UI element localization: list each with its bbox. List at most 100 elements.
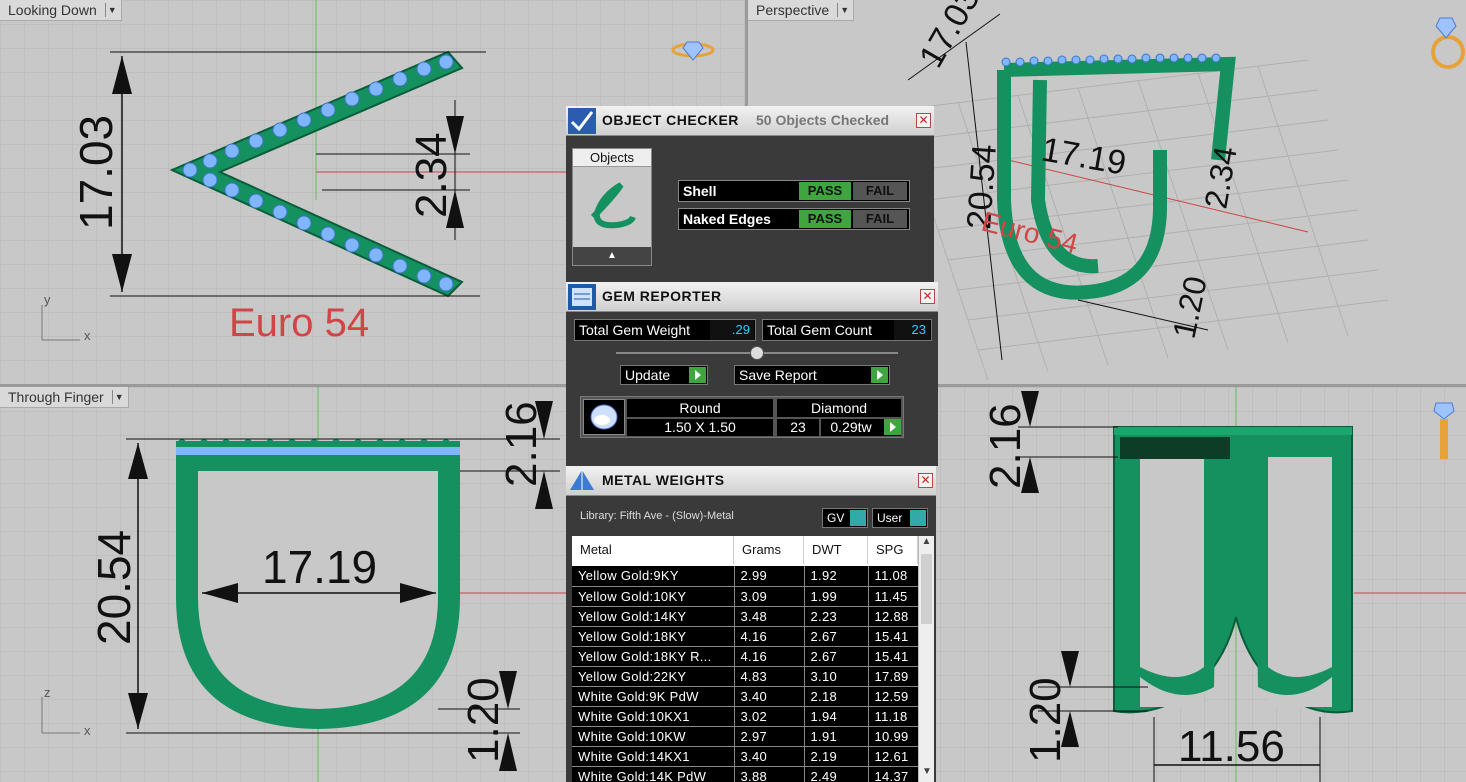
table-row[interactable]: White Gold:10KX1 3.02 1.94 11.18 bbox=[572, 706, 918, 727]
gem-count: 23 bbox=[777, 419, 819, 436]
spg-cell: 12.88 bbox=[868, 606, 918, 627]
chevron-down-icon[interactable]: ▼ bbox=[111, 390, 126, 404]
close-icon[interactable]: ✕ bbox=[918, 473, 933, 488]
grams-cell: 4.16 bbox=[734, 646, 805, 667]
user-toggle[interactable]: User bbox=[872, 508, 928, 528]
scroll-thumb[interactable] bbox=[921, 554, 932, 624]
table-row[interactable]: Yellow Gold:22KY 4.83 3.10 17.89 bbox=[572, 666, 918, 687]
save-report-label: Save Report bbox=[739, 367, 817, 383]
grams-cell: 3.40 bbox=[734, 686, 805, 707]
objects-label: Objects bbox=[573, 149, 651, 167]
dwt-cell: 2.49 bbox=[804, 766, 869, 782]
slider-handle[interactable] bbox=[750, 346, 764, 360]
panel-title: GEM REPORTER bbox=[602, 288, 722, 304]
object-checker-header[interactable]: OBJECT CHECKER 50 Objects Checked ✕ bbox=[566, 106, 934, 136]
panel-title: METAL WEIGHTS bbox=[602, 472, 725, 488]
dim-2-16-text: 2.16 bbox=[981, 403, 1030, 489]
chevron-down-icon[interactable]: ▼ bbox=[837, 3, 851, 17]
spg-cell: 10.99 bbox=[868, 726, 918, 747]
dim-2-16-text: 2.16 bbox=[497, 401, 546, 487]
table-row[interactable]: Yellow Gold:9KY 2.99 1.92 11.08 bbox=[572, 566, 918, 587]
spg-cell: 15.41 bbox=[868, 646, 918, 667]
gem-row[interactable]: Round Diamond 1.50 X 1.50 23 0.29tw bbox=[580, 396, 904, 438]
grams-cell: 3.02 bbox=[734, 706, 805, 727]
grams-cell: 4.83 bbox=[734, 666, 805, 687]
objects-checked-count: 50 Objects Checked bbox=[756, 112, 890, 128]
gem-go-button[interactable] bbox=[881, 419, 901, 436]
gem-reporter-header[interactable]: GEM REPORTER ✕ bbox=[566, 282, 938, 312]
total-gem-weight-label: Total Gem Weight bbox=[579, 322, 691, 338]
col-grams[interactable]: Grams bbox=[734, 536, 804, 564]
table-row[interactable]: White Gold:10KW 2.97 1.91 10.99 bbox=[572, 726, 918, 747]
naked-edges-fail-button[interactable]: FAIL bbox=[853, 210, 907, 228]
table-row[interactable]: White Gold:14K PdW 3.88 2.49 14.37 bbox=[572, 766, 918, 782]
play-icon bbox=[884, 419, 901, 435]
close-icon[interactable]: ✕ bbox=[920, 289, 935, 304]
shell-fail-button[interactable]: FAIL bbox=[853, 182, 907, 200]
dwt-cell: 1.92 bbox=[804, 566, 869, 587]
ring-gizmo-icon[interactable] bbox=[1432, 399, 1456, 463]
total-gem-weight-value: .29 bbox=[710, 320, 754, 340]
metal-name-cell: White Gold:9K PdW bbox=[572, 686, 735, 707]
spg-cell: 14.37 bbox=[868, 766, 918, 782]
scroll-up-icon[interactable]: ▲ bbox=[919, 536, 934, 552]
chevron-down-icon[interactable]: ▼ bbox=[104, 3, 119, 17]
viewport-title: Perspective bbox=[756, 2, 830, 18]
gv-toggle[interactable]: GV bbox=[822, 508, 868, 528]
euro-size-label: Euro 54 bbox=[229, 301, 369, 345]
dwt-cell: 2.19 bbox=[804, 746, 869, 767]
grams-cell: 2.97 bbox=[734, 726, 805, 747]
viewport-label-through-finger[interactable]: Through Finger ▼ bbox=[0, 387, 129, 408]
metal-weights-header[interactable]: METAL WEIGHTS ✕ bbox=[566, 466, 936, 496]
object-checker-panel: OBJECT CHECKER 50 Objects Checked ✕ Obje… bbox=[566, 106, 934, 282]
toggle-icon bbox=[850, 510, 866, 526]
col-spg[interactable]: SPG bbox=[868, 536, 918, 564]
shell-pass-button[interactable]: PASS bbox=[799, 182, 851, 200]
expand-arrow-icon[interactable]: ▲ bbox=[573, 247, 651, 265]
scroll-down-icon[interactable]: ▼ bbox=[919, 766, 935, 782]
dwt-cell: 2.67 bbox=[804, 646, 869, 667]
table-row[interactable]: White Gold:9K PdW 3.40 2.18 12.59 bbox=[572, 686, 918, 707]
viewport-label-looking-down[interactable]: Looking Down ▼ bbox=[0, 0, 122, 21]
dwt-cell: 1.99 bbox=[804, 586, 869, 607]
play-icon bbox=[871, 367, 888, 383]
metal-table-scrollbar[interactable]: ▲ ▼ bbox=[918, 536, 934, 782]
metal-weights-panel: METAL WEIGHTS ✕ Library: Fifth Ave - (Sl… bbox=[566, 466, 936, 782]
naked-edges-label: Naked Edges bbox=[683, 211, 771, 227]
round-gem-icon bbox=[583, 399, 625, 435]
grams-cell: 2.99 bbox=[734, 566, 805, 587]
panel-title: OBJECT CHECKER bbox=[602, 112, 739, 128]
dim-2-34-text: 2.34 bbox=[1197, 144, 1243, 212]
total-gem-count-field: Total Gem Count 23 bbox=[762, 319, 932, 341]
table-row[interactable]: Yellow Gold:18KY 4.16 2.67 15.41 bbox=[572, 626, 918, 647]
table-row[interactable]: Yellow Gold:14KY 3.48 2.23 12.88 bbox=[572, 606, 918, 627]
col-metal[interactable]: Metal bbox=[572, 536, 734, 564]
col-dwt[interactable]: DWT bbox=[804, 536, 868, 564]
total-gem-count-value: 23 bbox=[894, 320, 930, 340]
total-gem-count-label: Total Gem Count bbox=[767, 322, 873, 338]
ring-gizmo-icon[interactable] bbox=[1422, 14, 1466, 74]
spg-cell: 11.08 bbox=[868, 566, 918, 587]
dwt-cell: 2.18 bbox=[804, 686, 869, 707]
close-icon[interactable]: ✕ bbox=[916, 113, 931, 128]
save-report-button[interactable]: Save Report bbox=[734, 365, 890, 385]
axis-x-label: x bbox=[84, 328, 91, 343]
object-thumbnail bbox=[590, 182, 636, 229]
user-label: User bbox=[877, 511, 903, 525]
table-row[interactable]: Yellow Gold:18KY R... 4.16 2.67 15.41 bbox=[572, 646, 918, 667]
ring-gizmo-icon[interactable] bbox=[670, 38, 716, 61]
grams-cell: 4.16 bbox=[734, 626, 805, 647]
viewport-label-perspective[interactable]: Perspective ▼ bbox=[748, 0, 855, 21]
table-row[interactable]: Yellow Gold:10KY 3.09 1.99 11.45 bbox=[572, 586, 918, 607]
axis-x-label: x bbox=[84, 723, 91, 738]
checkmark-icon bbox=[568, 108, 596, 134]
objects-preview[interactable]: Objects ▲ bbox=[572, 148, 652, 266]
table-row[interactable]: White Gold:14KX1 3.40 2.19 12.61 bbox=[572, 746, 918, 767]
total-gem-weight-field: Total Gem Weight .29 bbox=[574, 319, 756, 341]
naked-edges-pass-button[interactable]: PASS bbox=[799, 210, 851, 228]
gem-size: 1.50 X 1.50 bbox=[627, 419, 773, 436]
gem-report-icon bbox=[568, 284, 596, 310]
metal-name-cell: White Gold:10KX1 bbox=[572, 706, 735, 727]
naked-edges-status-row: Naked Edges PASS FAIL bbox=[678, 208, 910, 230]
update-button[interactable]: Update bbox=[620, 365, 708, 385]
